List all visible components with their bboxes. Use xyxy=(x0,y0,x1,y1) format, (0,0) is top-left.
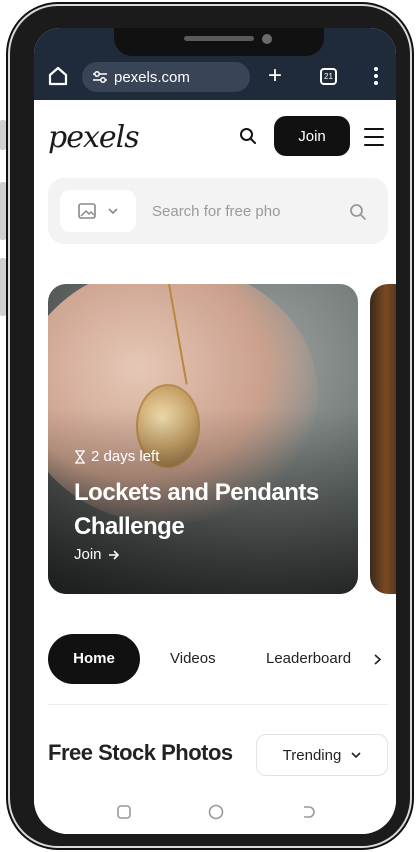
pexels-logo[interactable]: pexels xyxy=(48,120,140,155)
chevron-down-icon xyxy=(108,208,118,215)
recent-apps-icon[interactable] xyxy=(114,802,134,822)
url-text: pexels.com xyxy=(114,68,190,86)
media-type-dropdown[interactable] xyxy=(60,190,136,232)
home-icon[interactable] xyxy=(46,64,70,88)
image-icon xyxy=(78,203,96,219)
days-left-text: 2 days left xyxy=(91,448,160,465)
chevron-right-icon[interactable] xyxy=(374,654,382,665)
android-nav-bar xyxy=(34,792,396,834)
search-icon[interactable] xyxy=(238,126,258,146)
challenge-join-label: Join xyxy=(74,546,102,563)
new-tab-plus-icon[interactable]: + xyxy=(264,64,286,88)
address-bar[interactable]: pexels.com xyxy=(82,62,250,92)
chevron-down-icon xyxy=(351,752,361,759)
divider xyxy=(48,704,388,705)
challenge-join-link[interactable]: Join xyxy=(74,546,120,563)
tab-switcher-icon[interactable]: 21 xyxy=(320,68,337,85)
tab-home[interactable]: Home xyxy=(48,634,140,684)
search-bar xyxy=(48,178,388,244)
back-nav-icon[interactable] xyxy=(298,802,318,822)
hourglass-icon xyxy=(75,449,85,464)
site-header: pexels Join xyxy=(34,100,396,164)
section-title: Free Stock Photos xyxy=(48,740,233,765)
arrow-right-icon xyxy=(108,549,119,560)
next-card-peek[interactable] xyxy=(370,284,396,594)
search-input[interactable] xyxy=(152,196,322,226)
sort-label: Trending xyxy=(282,746,342,764)
browser-menu-icon[interactable] xyxy=(372,65,380,87)
volume-up-button xyxy=(0,120,6,150)
front-camera xyxy=(262,34,272,44)
speaker xyxy=(184,36,254,41)
sort-dropdown[interactable]: Trending xyxy=(256,734,388,776)
site-settings-icon[interactable] xyxy=(92,70,108,84)
content-tabs: Home Videos Leaderboard xyxy=(48,634,388,684)
challenge-deadline: 2 days left xyxy=(74,448,159,465)
browser-toolbar: pexels.com + 21 xyxy=(34,28,396,100)
join-button[interactable]: Join xyxy=(274,116,350,156)
power-button xyxy=(0,258,6,316)
tab-leaderboard[interactable]: Leaderboard xyxy=(266,634,370,684)
tab-videos[interactable]: Videos xyxy=(170,634,216,684)
home-nav-icon[interactable] xyxy=(206,802,226,822)
challenge-title: Lockets and Pendants Challenge xyxy=(74,479,319,540)
volume-down-button xyxy=(0,182,6,240)
challenge-card[interactable]: 2 days left Lockets and Pendants Challen… xyxy=(48,284,358,594)
search-submit-icon[interactable] xyxy=(348,202,368,222)
hamburger-menu-icon[interactable] xyxy=(364,128,384,146)
camera-notch xyxy=(114,28,324,56)
phone-screen: pexels.com + 21 pexels Join Search for f… xyxy=(34,28,396,834)
